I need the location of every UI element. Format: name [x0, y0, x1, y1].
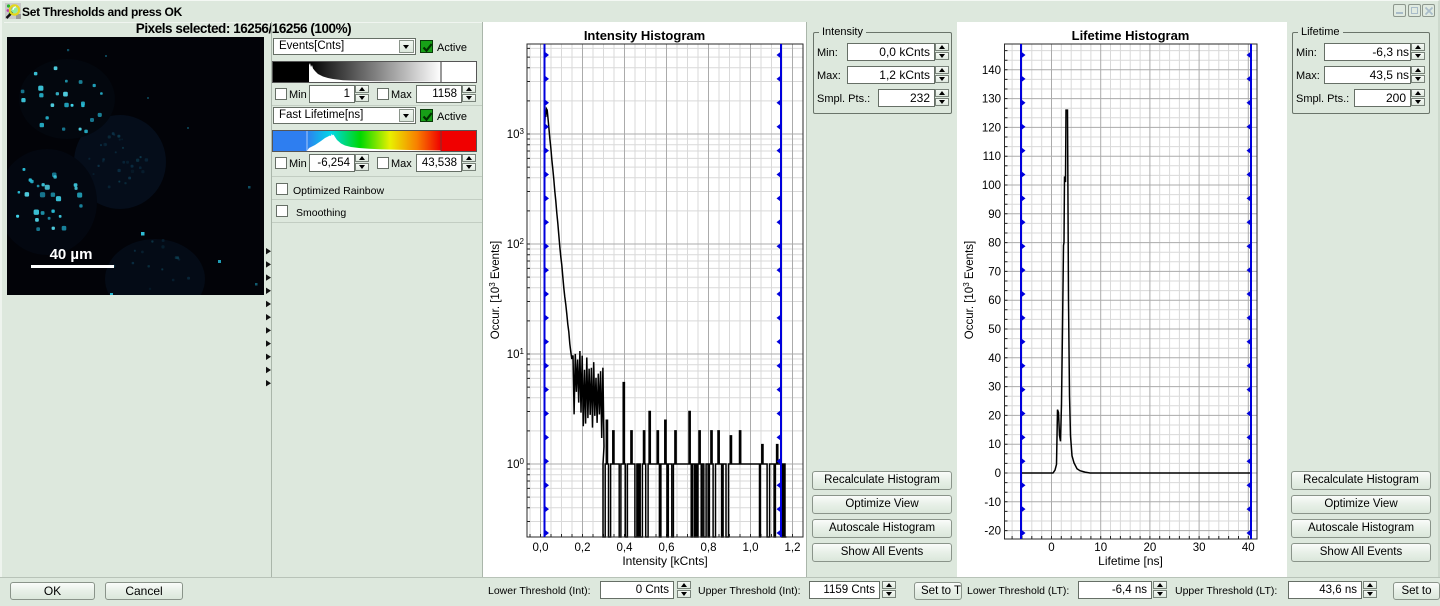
svg-text:40: 40	[1242, 542, 1255, 554]
svg-text:-20: -20	[984, 526, 1001, 538]
svg-text:Lifetime [ns]: Lifetime [ns]	[1098, 554, 1163, 568]
svg-text:Lifetime Histogram: Lifetime Histogram	[1072, 28, 1190, 43]
svg-text:40 µm: 40 µm	[50, 246, 93, 263]
svg-text:100: 100	[982, 180, 1001, 192]
svg-text:50: 50	[988, 324, 1001, 336]
svg-text:20: 20	[1144, 542, 1157, 554]
svg-text:Intensity Histogram: Intensity Histogram	[584, 28, 705, 43]
svg-text:60: 60	[988, 295, 1001, 307]
svg-text:102: 102	[507, 237, 525, 251]
svg-text:20: 20	[988, 410, 1001, 422]
svg-text:0,0: 0,0	[533, 542, 549, 554]
svg-text:0: 0	[995, 468, 1001, 480]
svg-text:120: 120	[982, 122, 1001, 134]
svg-text:0,4: 0,4	[617, 542, 634, 554]
svg-text:70: 70	[988, 266, 1001, 278]
svg-text:110: 110	[983, 151, 1001, 163]
svg-text:10: 10	[1094, 542, 1107, 554]
svg-text:90: 90	[988, 209, 1001, 221]
svg-text:1,0: 1,0	[743, 542, 759, 554]
svg-text:30: 30	[1193, 542, 1206, 554]
svg-text:Occur. [103 Events]: Occur. [103 Events]	[962, 241, 976, 339]
svg-text:Intensity [kCnts]: Intensity [kCnts]	[622, 554, 707, 568]
svg-text:1,2: 1,2	[785, 542, 801, 554]
svg-text:10: 10	[988, 439, 1001, 451]
svg-text:130: 130	[982, 94, 1001, 106]
svg-text:30: 30	[988, 382, 1001, 394]
svg-text:0: 0	[1048, 542, 1054, 554]
svg-text:103: 103	[507, 127, 525, 141]
svg-text:101: 101	[507, 347, 525, 361]
svg-text:140: 140	[982, 65, 1001, 77]
svg-text:Occur. [103 Events]: Occur. [103 Events]	[488, 241, 502, 339]
svg-text:0,2: 0,2	[575, 542, 591, 554]
svg-text:80: 80	[988, 238, 1001, 250]
svg-text:0,6: 0,6	[659, 542, 675, 554]
svg-text:40: 40	[988, 353, 1001, 365]
svg-text:-10: -10	[984, 497, 1001, 509]
svg-text:100: 100	[507, 457, 525, 471]
svg-text:0,8: 0,8	[701, 542, 717, 554]
